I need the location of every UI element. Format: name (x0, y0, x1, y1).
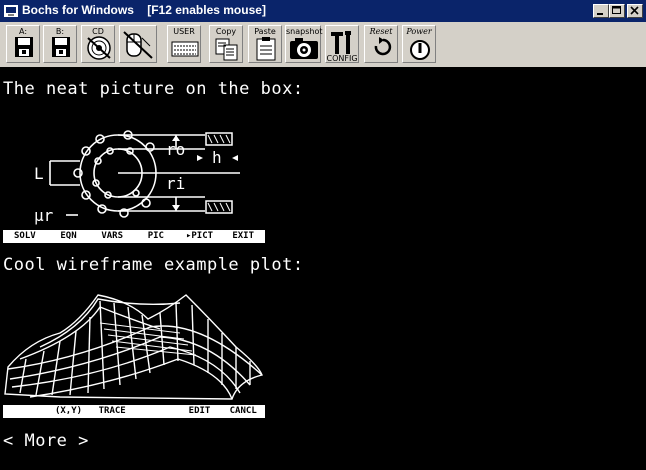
floppy-icon (52, 37, 70, 57)
softkey-cancl[interactable]: CANCL (222, 406, 265, 417)
softkey-edit[interactable]: EDIT (178, 406, 221, 417)
maximize-icon (612, 6, 621, 14)
minimize-icon (597, 13, 603, 15)
keyboard-icon (171, 41, 199, 57)
app-icon (4, 5, 18, 17)
copy-icon (215, 38, 238, 61)
window-title: Bochs for Windows [F12 enables mouse] (22, 3, 266, 17)
reset-icon (374, 37, 392, 56)
softkey-pic[interactable]: PIC (135, 231, 177, 242)
cdrom-button[interactable]: CD (81, 25, 115, 63)
softkey-topict[interactable]: ▸PICT (178, 231, 221, 242)
bochs-window: Bochs for Windows [F12 enables mouse] A:… (0, 0, 646, 470)
label-ro: ro (166, 140, 185, 159)
floppy-icon (15, 37, 33, 57)
power-button[interactable]: Power (402, 25, 436, 63)
screen-line-1: The neat picture on the box: (3, 79, 304, 99)
emulator-screen[interactable]: The neat picture on the box: ro h ri L μ… (0, 67, 646, 470)
floppy-b-button[interactable]: B: (43, 25, 77, 63)
toroid-diagram: ro h ri L μr (34, 130, 240, 225)
softkey-menu-2: (X,Y) TRACE EDIT CANCL (3, 405, 265, 418)
screen-line-2: Cool wireframe example plot: (3, 255, 304, 275)
softkey-menu-1: SOLV EQN VARS PIC ▸PICT EXIT (3, 230, 265, 243)
paste-icon (256, 37, 276, 61)
more-prompt[interactable]: < More > (3, 431, 89, 451)
reset-button[interactable]: Reset (364, 25, 398, 63)
close-icon (630, 6, 639, 15)
toolbar: A: B: CD USER Copy Paste snapshot CONFIG… (0, 22, 646, 66)
config-label: CONFIG (326, 54, 358, 63)
config-button[interactable]: CONFIG (325, 25, 359, 63)
mouse-icon (123, 31, 153, 59)
paste-button[interactable]: Paste (248, 25, 282, 63)
wireframe-plot (4, 294, 263, 400)
maximize-button[interactable] (609, 4, 625, 18)
camera-icon (290, 38, 318, 59)
label-mu: μr (34, 206, 54, 225)
close-button[interactable] (627, 4, 643, 18)
window-title-text: Bochs for Windows (22, 3, 134, 17)
softkey-blank-2[interactable] (135, 406, 177, 417)
label-ri: ri (166, 174, 185, 193)
softkey-trace[interactable]: TRACE (91, 406, 134, 417)
softkey-blank-1[interactable] (4, 406, 46, 417)
power-icon (410, 40, 430, 60)
cdrom-icon (87, 36, 111, 60)
minimize-button[interactable] (593, 4, 609, 18)
label-h: h (212, 148, 222, 167)
softkey-vars[interactable]: VARS (91, 231, 134, 242)
title-bar[interactable]: Bochs for Windows [F12 enables mouse] (0, 0, 646, 22)
softkey-eqn[interactable]: EQN (47, 231, 90, 242)
copy-button[interactable]: Copy (209, 25, 243, 63)
snapshot-button[interactable]: snapshot (285, 25, 323, 63)
label-L: L (34, 164, 44, 183)
softkey-xy[interactable]: (X,Y) (47, 406, 90, 417)
user-button[interactable]: USER (167, 25, 201, 63)
softkey-solv[interactable]: SOLV (4, 231, 46, 242)
mouse-hint: [F12 enables mouse] (147, 3, 266, 17)
mouse-button[interactable] (119, 25, 157, 63)
floppy-a-button[interactable]: A: (6, 25, 40, 63)
softkey-exit[interactable]: EXIT (222, 231, 265, 242)
